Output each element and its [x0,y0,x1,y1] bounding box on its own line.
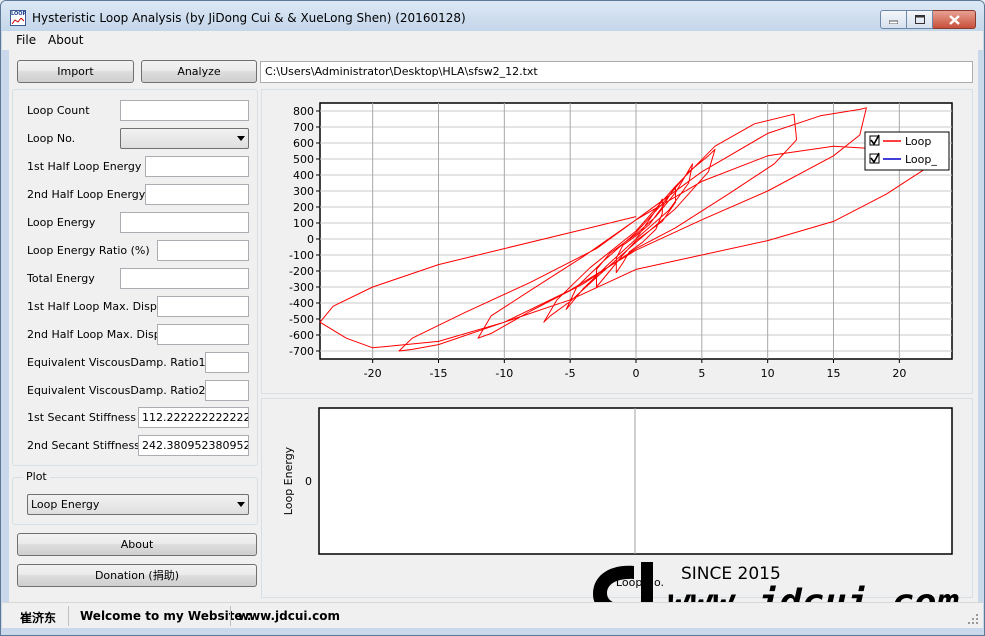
y-tick-label: 200 [293,201,314,214]
y-tick-label: -400 [289,297,314,310]
import-button[interactable]: Import [17,60,134,83]
first-half-energy-field[interactable] [145,156,249,177]
maximize-button[interactable] [907,10,933,29]
results-panel: Loop Count Loop No. 1st Half Loop Energy… [12,89,258,466]
minimize-icon [889,20,898,24]
second-secant-stiffness-label: 2nd Secant Stiffness [27,439,140,452]
second-secant-stiffness-field[interactable]: 242.380952380952 [138,435,249,456]
y-tick-label: -300 [289,281,314,294]
loop-no-select[interactable] [120,128,249,149]
about-button[interactable]: About [17,533,257,556]
eq-damp-ratio1-field[interactable] [205,352,249,373]
window-title: Hysteristic Loop Analysis (by JiDong Cui… [32,11,466,25]
y-tick-label: -200 [289,265,314,278]
donation-button[interactable]: Donation (捐助) [17,564,257,587]
y-tick-label: -700 [289,345,314,358]
x-tick-label: 20 [892,367,906,380]
menu-file[interactable]: File [16,33,36,47]
title-bar[interactable]: LOOP Hysteristic Loop Analysis (by JiDon… [1,1,984,31]
plot-groupbox: Plot Loop Energy [12,470,258,525]
y-tick-label: -100 [289,249,314,262]
eq-damp-ratio2-field[interactable] [205,380,249,401]
loop-energy-label: Loop Energy [27,216,96,229]
loop-count-label: Loop Count [27,104,90,117]
watermark-since: SINCE 2015 [681,564,781,584]
status-author: 崔济东 [20,611,57,625]
resize-grip-icon[interactable] [967,613,979,625]
first-half-max-disp-field[interactable] [157,296,249,317]
total-energy-field[interactable] [120,268,249,289]
second-half-max-disp-label: 2nd Half Loop Max. Disp [27,328,161,341]
y-tick-label: 600 [293,137,314,150]
caption-buttons [880,10,976,29]
status-welcome: Welcome to my Website : [80,609,252,623]
close-icon [948,14,960,25]
y-tick-label: 400 [293,169,314,182]
plot-select[interactable]: Loop Energy [27,494,249,515]
y-tick-label: 500 [293,153,314,166]
plot-select-value: Loop Energy [31,498,100,511]
second-half-energy-field[interactable] [145,184,249,205]
second-half-max-disp-field[interactable] [157,324,249,345]
energy-y-tick-0: 0 [305,475,312,488]
x-tick-label: 0 [633,367,640,380]
loop-energy-field[interactable] [120,212,249,233]
x-tick-label: -10 [495,367,513,380]
file-path-field[interactable]: C:\Users\Administrator\Desktop\HLA\sfsw2… [260,61,973,83]
x-tick-label: 10 [761,367,775,380]
first-secant-stiffness-label: 1st Secant Stiffness [27,411,136,424]
legend-label: Loop_ [905,153,937,166]
x-tick-label: 5 [698,367,705,380]
hysteresis-chart-frame: 800 700 600 500 400 300 200 100 0 -100 -200 -300 -40… [261,89,973,394]
x-tick-label: -15 [430,367,448,380]
x-tick-label: 15 [827,367,841,380]
loop-count-field[interactable] [120,100,249,121]
status-separator [68,606,69,626]
y-tick-label: -600 [289,329,314,342]
hysteresis-chart[interactable]: 8007006005004003002001000-100-200-300-40… [262,90,974,395]
analyze-button[interactable]: Analyze [141,60,257,83]
y-tick-label: 800 [293,105,314,118]
minimize-button[interactable] [880,10,907,29]
y-tick-label: -500 [289,313,314,326]
y-tick-label: 0 [307,233,314,246]
app-loop-icon: LOOP [10,10,26,26]
menu-about[interactable]: About [48,33,83,47]
y-tick-label: 300 [293,185,314,198]
app-icon-text: LOOP [11,11,27,17]
client-area: Import Analyze C:\Users\Administrator\De… [9,50,978,602]
y-tick-label: 700 [293,121,314,134]
first-secant-stiffness-field[interactable]: 112.222222222222 [138,407,249,428]
loop-energy-ratio-field[interactable] [157,240,249,261]
maximize-icon [914,15,925,24]
chevron-down-icon [237,502,245,507]
x-tick-label: -20 [364,367,382,380]
status-website-link[interactable]: www.jdcui.com [238,609,340,623]
legend-label: Loop [905,135,931,148]
status-bar: 崔济东 Welcome to my Website : www.jdcui.co… [2,602,983,628]
y-tick-label: 100 [293,217,314,230]
close-button[interactable] [933,10,976,29]
menu-bar: File About [2,31,983,50]
second-half-energy-label: 2nd Half Loop Energy [27,188,146,201]
total-energy-label: Total Energy [27,272,95,285]
eq-damp-ratio1-label: Equivalent ViscousDamp. Ratio1 (%) [27,356,229,369]
first-half-energy-label: 1st Half Loop Energy [27,160,142,173]
x-tick-label: -5 [565,367,576,380]
plot-group-label: Plot [23,470,50,483]
status-separator [230,606,231,626]
energy-y-axis-label: Loop Energy [282,446,295,515]
main-window: LOOP Hysteristic Loop Analysis (by JiDon… [0,0,985,636]
first-half-max-disp-label: 1st Half Loop Max. Disp [27,300,157,313]
chevron-down-icon [237,136,245,141]
loop-no-label: Loop No. [27,132,76,145]
eq-damp-ratio2-label: Equivalent ViscousDamp. Ratio2 (%) [27,384,229,397]
loop-energy-ratio-label: Loop Energy Ratio (%) [27,244,150,257]
